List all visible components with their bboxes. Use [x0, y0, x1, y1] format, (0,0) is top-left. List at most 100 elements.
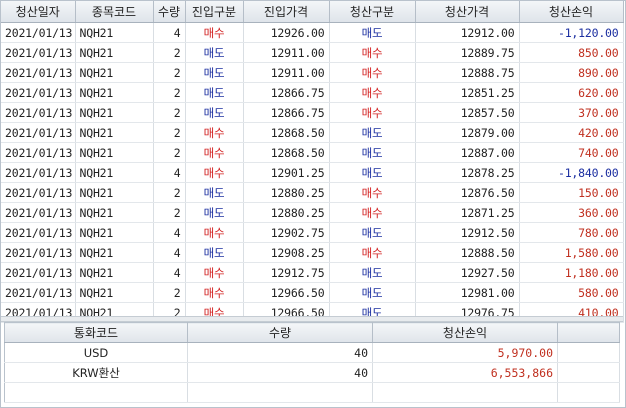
exit-side-cell: 매도: [329, 262, 416, 283]
symbol-code-cell: NQH21: [75, 42, 154, 63]
summary-row[interactable]: USD 40 5,970.00: [4, 342, 620, 363]
exit-price-cell: 12887.00: [415, 142, 520, 163]
table-row[interactable]: 2021/01/13 NQH21 4 매수 12926.00 매도 12912.00 -1,1…: [1, 22, 624, 43]
close-date-cell: 2021/01/13: [1, 62, 76, 83]
summary-pnl-cell: 5,970.00: [372, 342, 558, 363]
summary-pnl-cell: [372, 382, 558, 403]
realized-pnl-cell: 740.00: [519, 142, 624, 163]
header-currency-code[interactable]: 통화코드: [4, 322, 188, 343]
quantity-cell: 4: [153, 162, 186, 183]
table-row[interactable]: 2021/01/13 NQH21 4 매수 12902.75 매도 12912.50 780.…: [1, 222, 624, 243]
summary-empty-cell: [557, 362, 620, 383]
realized-pnl-cell: 150.00: [519, 182, 624, 203]
exit-side-cell: 매수: [329, 62, 416, 83]
table-row[interactable]: 2021/01/13 NQH21 2 매도 12866.75 매수 12851.25 620.…: [1, 82, 624, 103]
entry-price-cell: 12868.50: [243, 122, 330, 143]
table-row[interactable]: 2021/01/13 NQH21 4 매수 12901.25 매도 12878.25 -1,8…: [1, 162, 624, 183]
header-quantity[interactable]: 수량: [153, 1, 186, 23]
symbol-code-cell: NQH21: [75, 262, 154, 283]
exit-price-cell: 12981.00: [415, 282, 520, 303]
exit-price-cell: 12888.50: [415, 242, 520, 263]
header-summary-quantity[interactable]: 수량: [187, 322, 373, 343]
close-date-cell: 2021/01/13: [1, 22, 76, 43]
header-exit-price[interactable]: 청산가격: [415, 1, 520, 23]
exit-side-cell: 매도: [329, 22, 416, 43]
entry-side-cell: 매도: [185, 242, 244, 263]
close-date-cell: 2021/01/13: [1, 282, 76, 303]
table-row[interactable]: 2021/01/13 NQH21 2 매도 12880.25 매수 12871.25 360.…: [1, 202, 624, 223]
entry-side-cell: 매수: [185, 122, 244, 143]
exit-side-cell: 매수: [329, 102, 416, 123]
header-entry-price[interactable]: 진입가격: [243, 1, 330, 23]
symbol-code-cell: NQH21: [75, 202, 154, 223]
summary-row[interactable]: [4, 382, 620, 403]
table-row[interactable]: 2021/01/13 NQH21 2 매도 12911.00 매수 12889.75 850.…: [1, 42, 624, 63]
entry-price-cell: 12911.00: [243, 62, 330, 83]
quantity-cell: 2: [153, 282, 186, 303]
entry-price-cell: 12866.75: [243, 82, 330, 103]
symbol-code-cell: NQH21: [75, 222, 154, 243]
header-close-date[interactable]: 청산일자: [1, 1, 76, 23]
exit-side-cell: 매수: [329, 82, 416, 103]
header-entry-side[interactable]: 진입구분: [185, 1, 244, 23]
table-row[interactable]: 2021/01/13 NQH21 2 매수 12868.50 매도 12887.00 740.…: [1, 142, 624, 163]
entry-price-cell: 12926.00: [243, 22, 330, 43]
exit-price-cell: 12878.25: [415, 162, 520, 183]
entry-price-cell: 12901.25: [243, 162, 330, 183]
close-date-cell: 2021/01/13: [1, 162, 76, 183]
close-date-cell: 2021/01/13: [1, 202, 76, 223]
header-symbol-code[interactable]: 종목코드: [75, 1, 154, 23]
quantity-cell: 2: [153, 182, 186, 203]
entry-price-cell: 12908.25: [243, 242, 330, 263]
header-summary-pnl[interactable]: 청산손익: [372, 322, 558, 343]
exit-side-cell: 매도: [329, 282, 416, 303]
summary-table: 통화코드 수량 청산손익 USD 40 5,970.00 KRW환산 40 6,553,8…: [4, 322, 620, 403]
table-row[interactable]: 2021/01/13 NQH21 2 매수 12868.50 매도 12879.00 420.…: [1, 122, 624, 143]
exit-price-cell: 12879.00: [415, 122, 520, 143]
close-date-cell: 2021/01/13: [1, 262, 76, 283]
close-date-cell: 2021/01/13: [1, 122, 76, 143]
realized-pnl-cell: 360.00: [519, 202, 624, 223]
header-exit-side[interactable]: 청산구분: [329, 1, 416, 23]
summary-header-row: 통화코드 수량 청산손익: [4, 322, 620, 343]
entry-price-cell: 12866.75: [243, 102, 330, 123]
quantity-cell: 4: [153, 22, 186, 43]
realized-pnl-cell: 890.00: [519, 62, 624, 83]
close-date-cell: 2021/01/13: [1, 82, 76, 103]
entry-side-cell: 매도: [185, 202, 244, 223]
exit-price-cell: 12889.75: [415, 42, 520, 63]
realized-pnl-cell: 420.00: [519, 122, 624, 143]
quantity-cell: 2: [153, 102, 186, 123]
realized-pnl-cell: 1,580.00: [519, 242, 624, 263]
table-row[interactable]: 2021/01/13 NQH21 4 매도 12908.25 매수 12888.50 1,58…: [1, 242, 624, 263]
summary-row[interactable]: KRW환산 40 6,553,866: [4, 362, 620, 383]
table-row[interactable]: 2021/01/13 NQH21 4 매수 12912.75 매도 12927.50 1,18…: [1, 262, 624, 283]
symbol-code-cell: NQH21: [75, 22, 154, 43]
quantity-cell: 2: [153, 122, 186, 143]
close-date-cell: 2021/01/13: [1, 42, 76, 63]
quantity-cell: 4: [153, 222, 186, 243]
quantity-cell: 2: [153, 62, 186, 83]
table-row[interactable]: 2021/01/13 NQH21 2 매도 12866.75 매수 12857.50 370.…: [1, 102, 624, 123]
table-row[interactable]: 2021/01/13 NQH21 2 매도 12911.00 매수 12888.75 890.…: [1, 62, 624, 83]
exit-price-cell: 12857.50: [415, 102, 520, 123]
exit-price-cell: 12927.50: [415, 262, 520, 283]
quantity-cell: 2: [153, 142, 186, 163]
exit-side-cell: 매수: [329, 202, 416, 223]
exit-side-cell: 매수: [329, 242, 416, 263]
symbol-code-cell: NQH21: [75, 122, 154, 143]
header-realized-pnl[interactable]: 청산손익: [519, 1, 624, 23]
quantity-cell: 2: [153, 82, 186, 103]
close-date-cell: 2021/01/13: [1, 142, 76, 163]
table-row[interactable]: 2021/01/13 NQH21 2 매수 12966.50 매도 12981.00 580.…: [1, 282, 624, 303]
exit-side-cell: 매수: [329, 182, 416, 203]
entry-side-cell: 매수: [185, 162, 244, 183]
entry-side-cell: 매수: [185, 142, 244, 163]
table-row[interactable]: 2021/01/13 NQH21 2 매도 12880.25 매수 12876.50 150.…: [1, 182, 624, 203]
symbol-code-cell: NQH21: [75, 182, 154, 203]
summary-pnl-cell: 6,553,866: [372, 362, 558, 383]
realized-pnl-cell: -1,120.00: [519, 22, 624, 43]
exit-side-cell: 매도: [329, 122, 416, 143]
symbol-code-cell: NQH21: [75, 282, 154, 303]
entry-side-cell: 매수: [185, 262, 244, 283]
